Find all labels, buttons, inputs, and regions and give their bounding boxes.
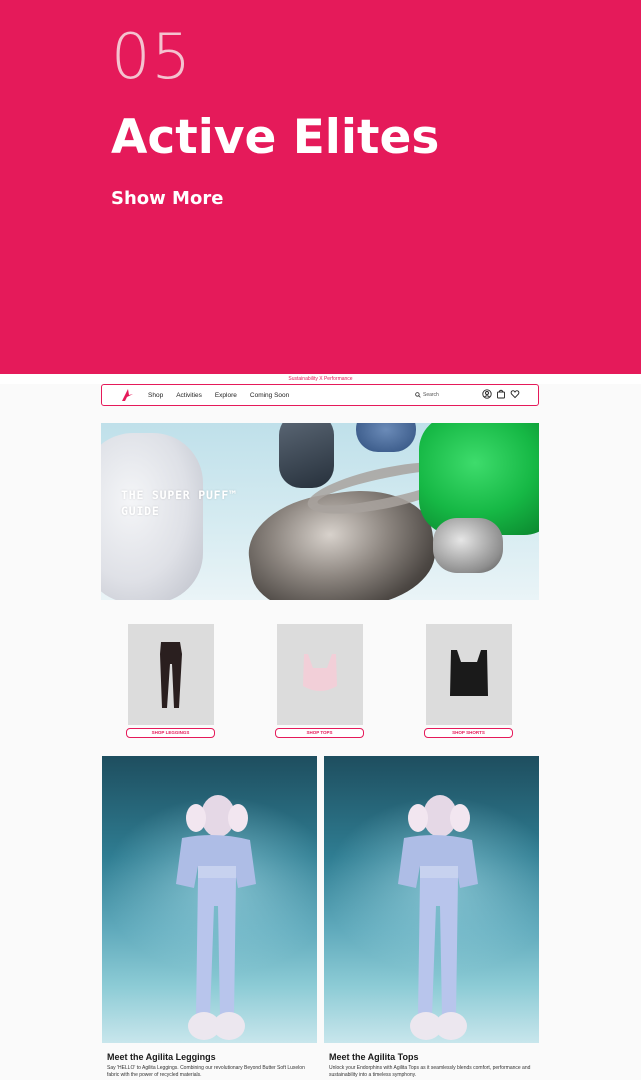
model-image <box>398 795 478 1040</box>
website-preview: Sustainability X Performance Shop Activi… <box>0 374 641 1080</box>
nav-icons <box>482 389 520 399</box>
super-puff-banner[interactable]: THE SUPER PUFF™ GUIDE <box>101 423 539 600</box>
card-text: Unlock your Endorphins with Agilita Tops… <box>329 1065 531 1078</box>
model-image <box>176 795 256 1040</box>
nav-links: Shop Activities Explore Coming Soon <box>148 385 289 405</box>
product-tile-leggings: SHOP LEGGINGS <box>126 624 216 738</box>
show-more-link[interactable]: Show More <box>111 188 223 209</box>
dark-sleeve-image <box>279 423 334 488</box>
tops-photo <box>324 756 539 1043</box>
silver-arm-image <box>433 518 503 573</box>
blue-puff-image <box>356 423 416 452</box>
product-tile-shorts: SHOP SHORTS <box>424 624 514 738</box>
bag-icon[interactable] <box>496 389 506 399</box>
search-input[interactable]: Search <box>415 389 475 401</box>
promo-bar: Sustainability X Performance <box>0 374 641 384</box>
search-icon <box>415 392 421 398</box>
section-title: Active Elites <box>111 110 440 165</box>
leggings-photo <box>102 756 317 1043</box>
product-tile-tops: SHOP TOPS <box>275 624 365 738</box>
heart-icon[interactable] <box>510 389 520 399</box>
card-title: Meet the Agilita Tops <box>329 1052 419 1062</box>
product-image-tops[interactable] <box>277 624 363 725</box>
search-placeholder: Search <box>423 392 439 398</box>
agilita-logo-icon[interactable] <box>120 388 134 402</box>
shop-leggings-button[interactable]: SHOP LEGGINGS <box>126 728 215 738</box>
leggings-card[interactable]: Meet the Agilita Leggings Say 'HELLO' to… <box>102 756 317 1078</box>
tank-top-image <box>450 650 488 696</box>
nav-item-shop[interactable]: Shop <box>148 392 163 399</box>
sports-bra-image <box>303 654 337 691</box>
section-number: 05 <box>111 20 192 93</box>
account-icon[interactable] <box>482 389 492 399</box>
nav-item-coming-soon[interactable]: Coming Soon <box>250 392 289 399</box>
leggings-image <box>160 642 182 708</box>
product-image-shorts[interactable] <box>426 624 512 725</box>
product-image-leggings[interactable] <box>128 624 214 725</box>
shop-shorts-button[interactable]: SHOP SHORTS <box>424 728 513 738</box>
card-title: Meet the Agilita Leggings <box>107 1052 216 1062</box>
top-nav: Shop Activities Explore Coming Soon Sear… <box>101 384 539 406</box>
nav-item-explore[interactable]: Explore <box>215 392 237 399</box>
tops-card[interactable]: Meet the Agilita Tops Unlock your Endorp… <box>324 756 539 1078</box>
hero-banner: 05 Active Elites Show More <box>0 0 641 374</box>
nav-item-activities[interactable]: Activities <box>176 392 202 399</box>
shop-tops-button[interactable]: SHOP TOPS <box>275 728 364 738</box>
banner-title: THE SUPER PUFF™ GUIDE <box>121 488 237 518</box>
card-text: Say 'HELLO' to Agilita Leggings. Combini… <box>107 1065 305 1078</box>
